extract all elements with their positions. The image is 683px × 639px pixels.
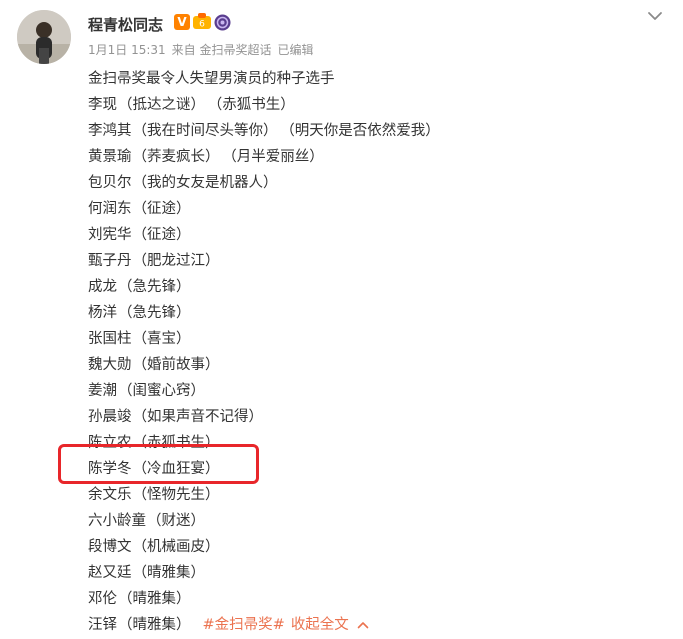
- nominee-work: （晴雅集）: [132, 565, 206, 581]
- post-content: 金扫帚奖最令人失望男演员的种子选手 李现（抵达之谜） （赤狐书生） 李鸿其（我在时间…: [88, 66, 668, 638]
- nominee-work: （急先锋）: [118, 279, 191, 295]
- post-date[interactable]: 1月1日 15:31: [88, 41, 166, 58]
- post-headline: 金扫帚奖最令人失望男演员的种子选手: [88, 71, 335, 87]
- nominee-work: （喜宝）: [132, 331, 191, 347]
- list-item: 黄景瑜（荞麦疯长） （月半爱丽丝）: [88, 144, 668, 170]
- nominee-work: （我在时间尽头等你）: [132, 123, 278, 139]
- level-badge-icon: 6: [193, 13, 211, 30]
- nominee-work: （抵达之谜）: [118, 97, 205, 113]
- nominee-name: 孙晨竣: [88, 409, 132, 425]
- nominee-name: 魏大勋: [88, 357, 132, 373]
- nominee-name: 赵又廷: [88, 565, 132, 581]
- nominee-name: 李鸿其: [88, 123, 132, 139]
- nominee-list: 李现（抵达之谜） （赤狐书生） 李鸿其（我在时间尽头等你） （明天你是否依然爱我） 黄景…: [88, 92, 668, 612]
- list-item: 成龙（急先锋）: [88, 274, 668, 300]
- list-item: 魏大勋（婚前故事）: [88, 352, 668, 378]
- nominee-work: （如果声音不记得）: [132, 409, 264, 425]
- list-item: 段博文（机械画皮）: [88, 534, 668, 560]
- nominee-work: （征途）: [132, 201, 191, 217]
- nominee-name: 邓伦: [88, 591, 117, 607]
- svg-text:6: 6: [199, 20, 205, 30]
- list-item: 六小龄童（财迷）: [88, 508, 668, 534]
- nominee-name: 甄子丹: [88, 253, 132, 269]
- topic-link[interactable]: #金扫帚奖#: [203, 612, 285, 638]
- nominee-work: （明天你是否依然爱我）: [287, 123, 440, 139]
- nominee-name: 李现: [88, 97, 117, 113]
- nominee-name: 成龙: [88, 279, 117, 295]
- nominee-work: （荞麦疯长）: [132, 149, 220, 165]
- nominee-name: 张国柱: [88, 331, 132, 347]
- list-item: 刘宪华（征途）: [88, 222, 668, 248]
- list-item: 孙晨竣（如果声音不记得）: [88, 404, 668, 430]
- chevron-down-icon[interactable]: [646, 7, 664, 25]
- nominee-name: 刘宪华: [88, 227, 132, 243]
- post-source[interactable]: 来自 金扫帚奖超话: [172, 41, 272, 58]
- list-item: 邓伦（晴雅集）: [88, 586, 668, 612]
- list-item: 杨洋（急先锋）: [88, 300, 668, 326]
- list-item: 张国柱（喜宝）: [88, 326, 668, 352]
- avatar-image: [17, 10, 71, 64]
- list-item: 姜潮（闺蜜心窍）: [88, 378, 668, 404]
- nominee-work: （月半爱丽丝）: [229, 149, 324, 165]
- nominee-work: （我的女友是机器人）: [132, 175, 278, 191]
- nominee-name: 杨洋: [88, 305, 117, 321]
- highlight-box: [58, 444, 259, 484]
- nominee-work: （婚前故事）: [132, 357, 220, 373]
- list-item: 李鸿其（我在时间尽头等你） （明天你是否依然爱我）: [88, 118, 668, 144]
- avatar[interactable]: [17, 10, 71, 64]
- post-edited[interactable]: 已编辑: [278, 41, 314, 58]
- nominee-work: （晴雅集）: [118, 617, 191, 633]
- list-item: 包贝尔（我的女友是机器人）: [88, 170, 668, 196]
- member-badge-icon: [214, 14, 231, 30]
- nominee-name: 何润东: [88, 201, 132, 217]
- nominee-work: （财迷）: [147, 513, 205, 529]
- nominee-work: （机械画皮）: [132, 539, 220, 555]
- nominee-work: （赤狐书生）: [215, 97, 295, 113]
- nominee-name: 段博文: [88, 539, 132, 555]
- chevron-up-icon: [357, 622, 369, 629]
- list-item: 汪铎 （晴雅集） #金扫帚奖# 收起全文: [88, 612, 668, 638]
- author-badges: V 6: [174, 13, 231, 31]
- list-item: 何润东（征途）: [88, 196, 668, 222]
- nominee-work: （怪物先生）: [132, 487, 220, 503]
- nominee-name: 六小龄童: [88, 513, 146, 529]
- nominee-work: （征途）: [132, 227, 191, 243]
- author-name[interactable]: 程青松同志: [88, 14, 163, 35]
- verified-v-icon: V: [174, 14, 190, 30]
- nominee-work: （晴雅集）: [118, 591, 191, 607]
- nominee-name: 余文乐: [88, 487, 132, 503]
- nominee-work: （肥龙过江）: [132, 253, 220, 269]
- collapse-button[interactable]: 收起全文: [291, 612, 369, 638]
- nominee-name: 汪铎: [88, 617, 117, 633]
- nominee-name: 黄景瑜: [88, 149, 132, 165]
- nominee-name: 包贝尔: [88, 175, 132, 191]
- nominee-work: （闺蜜心窍）: [118, 383, 205, 399]
- post-meta: 1月1日 15:31 来自 金扫帚奖超话 已编辑: [88, 41, 314, 58]
- list-item: 李现（抵达之谜） （赤狐书生）: [88, 92, 668, 118]
- list-item: 赵又廷（晴雅集）: [88, 560, 668, 586]
- nominee-name: 姜潮: [88, 383, 117, 399]
- list-item: 余文乐（怪物先生）: [88, 482, 668, 508]
- nominee-work: （急先锋）: [118, 305, 191, 321]
- collapse-label: 收起全文: [290, 617, 349, 633]
- list-item: 甄子丹（肥龙过江）: [88, 248, 668, 274]
